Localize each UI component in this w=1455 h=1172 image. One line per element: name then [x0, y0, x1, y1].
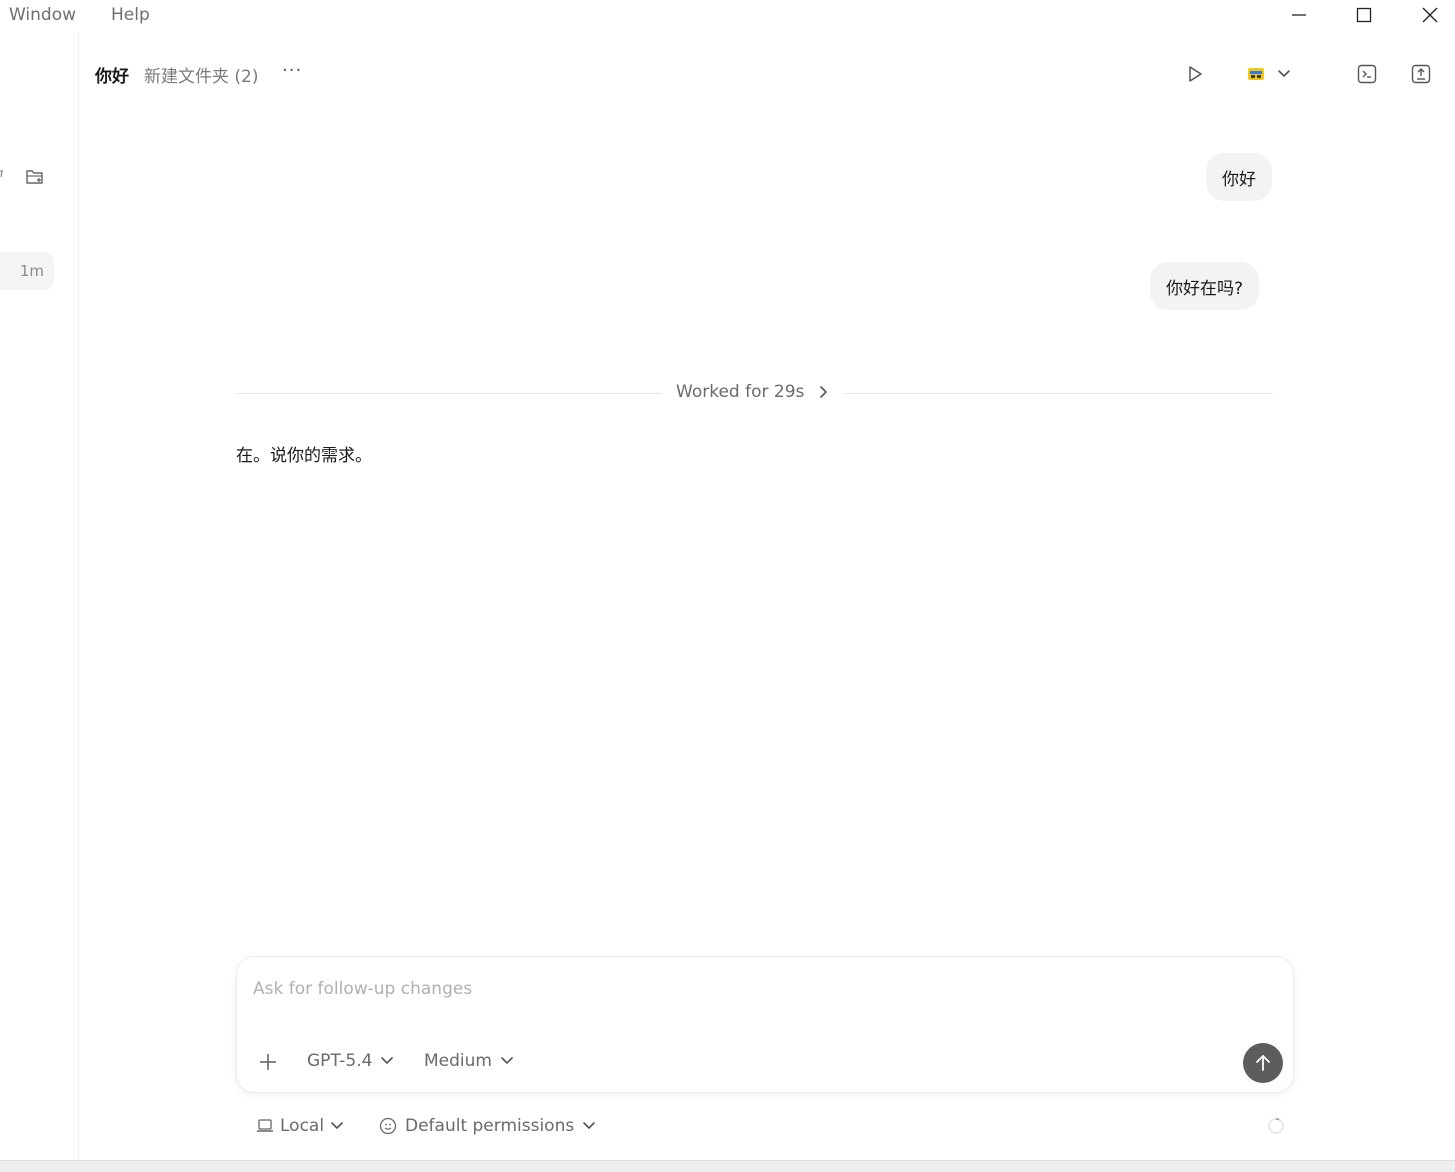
chevron-down-icon: [582, 1121, 596, 1131]
arrow-up-icon: [1253, 1053, 1273, 1073]
plus-icon: [258, 1052, 278, 1072]
divider-line: [844, 393, 1273, 394]
new-folder-icon: [25, 168, 45, 186]
menu-window[interactable]: Window: [9, 5, 76, 25]
environment-selector[interactable]: Local: [256, 1116, 344, 1136]
terminal-icon: [1357, 64, 1377, 84]
assistant-message: 在。说你的需求。: [236, 446, 372, 466]
commit-icon: [1411, 64, 1431, 84]
menu-bar: Window Help: [0, 0, 1455, 32]
window-bottom-edge: [0, 1160, 1455, 1172]
worked-for-toggle[interactable]: Worked for 29s: [676, 382, 828, 402]
ide-icon: [1247, 66, 1265, 82]
user-message: 你好在吗?: [1150, 262, 1260, 310]
reasoning-effort-selector[interactable]: Medium: [424, 1051, 514, 1071]
project-folder-name[interactable]: 新建文件夹 (2): [144, 62, 258, 87]
maximize-icon: [1356, 7, 1372, 23]
open-in-ide-button[interactable]: [1242, 61, 1296, 87]
minimize-icon: [1291, 7, 1307, 23]
divider-line: [236, 393, 662, 394]
chevron-right-icon: [818, 385, 828, 399]
run-button[interactable]: [1182, 61, 1208, 87]
sidebar: [0, 32, 79, 1160]
minimize-button[interactable]: [1276, 0, 1322, 30]
composer-footer: Local Default permissions: [236, 1110, 1294, 1144]
chevron-down-icon: [1277, 69, 1291, 79]
close-window-button[interactable]: [1407, 0, 1453, 30]
spinner-icon: [1266, 1116, 1286, 1136]
thread-header: 你好 新建文件夹 (2) ···: [80, 52, 1455, 94]
maximize-button[interactable]: [1341, 0, 1387, 30]
terminal-button[interactable]: [1354, 61, 1380, 87]
chevron-down-icon: [330, 1121, 344, 1131]
model-selector[interactable]: GPT-5.4: [307, 1051, 394, 1071]
menu-help[interactable]: Help: [111, 5, 150, 25]
work-summary-divider: Worked for 29s: [236, 378, 1273, 410]
close-icon: [1422, 7, 1438, 23]
sidebar-edge-icon: [0, 170, 4, 178]
user-message: 你好: [1206, 153, 1272, 201]
chevron-down-icon: [500, 1056, 514, 1066]
chevron-down-icon: [380, 1056, 394, 1066]
environment-label: Local: [280, 1116, 325, 1136]
permissions-selector[interactable]: Default permissions: [379, 1116, 596, 1136]
composer: GPT-5.4 Medium: [236, 956, 1294, 1093]
follow-up-input[interactable]: [253, 973, 1273, 1005]
thread-list-item-time[interactable]: 1m: [0, 252, 54, 290]
thread-title: 你好: [95, 67, 129, 87]
attach-button[interactable]: [255, 1049, 281, 1075]
play-icon: [1186, 65, 1204, 83]
more-options-button[interactable]: ···: [282, 60, 302, 81]
commit-button[interactable]: [1408, 61, 1434, 87]
effort-label: Medium: [424, 1051, 492, 1071]
laptop-icon: [256, 1118, 274, 1134]
send-button[interactable]: [1243, 1043, 1283, 1083]
new-project-button[interactable]: [22, 166, 48, 188]
shield-icon: [379, 1117, 397, 1135]
model-label: GPT-5.4: [307, 1051, 373, 1071]
permissions-label: Default permissions: [405, 1116, 575, 1136]
worked-for-label: Worked for 29s: [676, 382, 805, 402]
